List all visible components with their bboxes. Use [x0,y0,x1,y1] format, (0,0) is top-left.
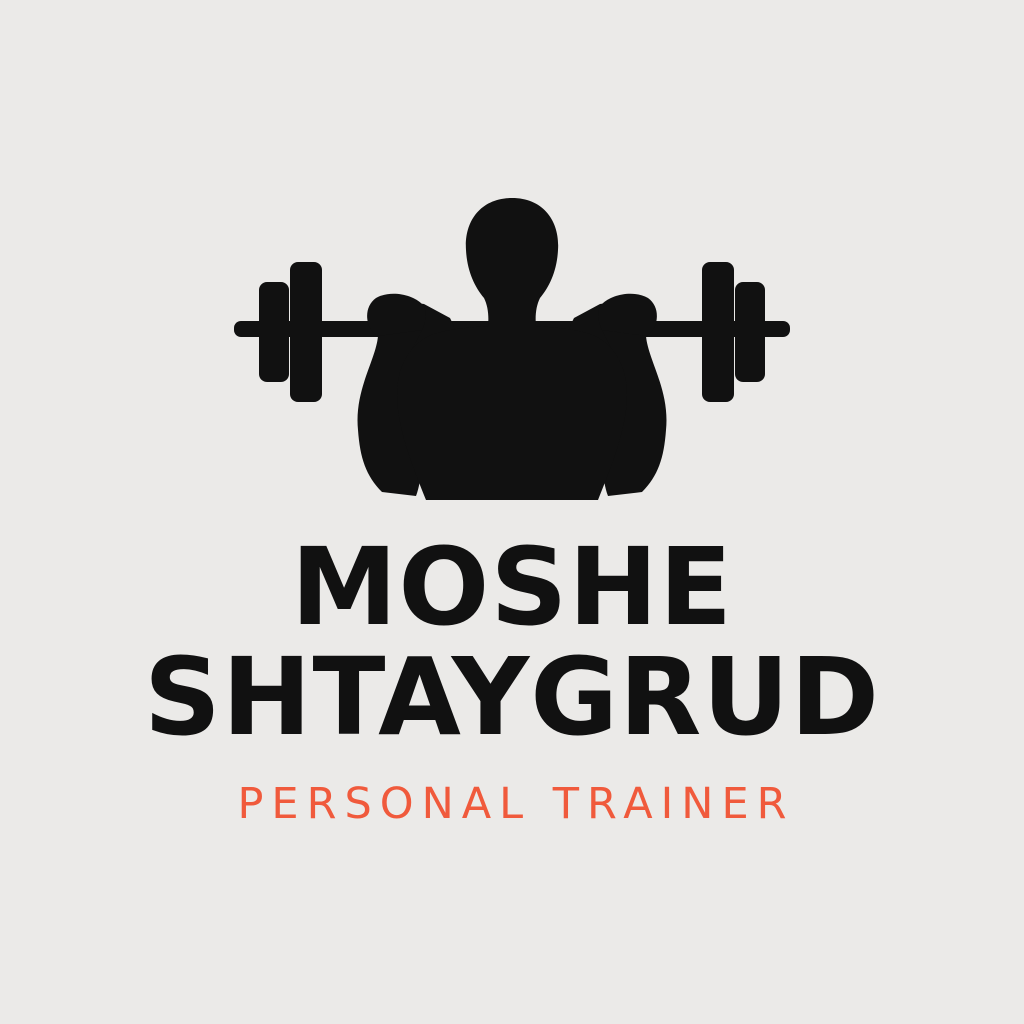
left-outer-plate [259,282,289,382]
logo: MOSHE SHTAYGRUD PERSONAL TRAINER [0,0,1024,1024]
left-inner-plate [290,262,322,402]
athlete-head [465,198,559,326]
athlete-shoulders [397,326,627,500]
trainer-last-name: SHTAYGRUD [143,636,881,760]
right-inner-plate [702,262,734,402]
trainer-first-name: MOSHE [290,526,734,650]
tagline: PERSONAL TRAINER [237,779,795,829]
weightlifter-barbell-icon [234,198,790,500]
right-outer-plate [735,282,765,382]
